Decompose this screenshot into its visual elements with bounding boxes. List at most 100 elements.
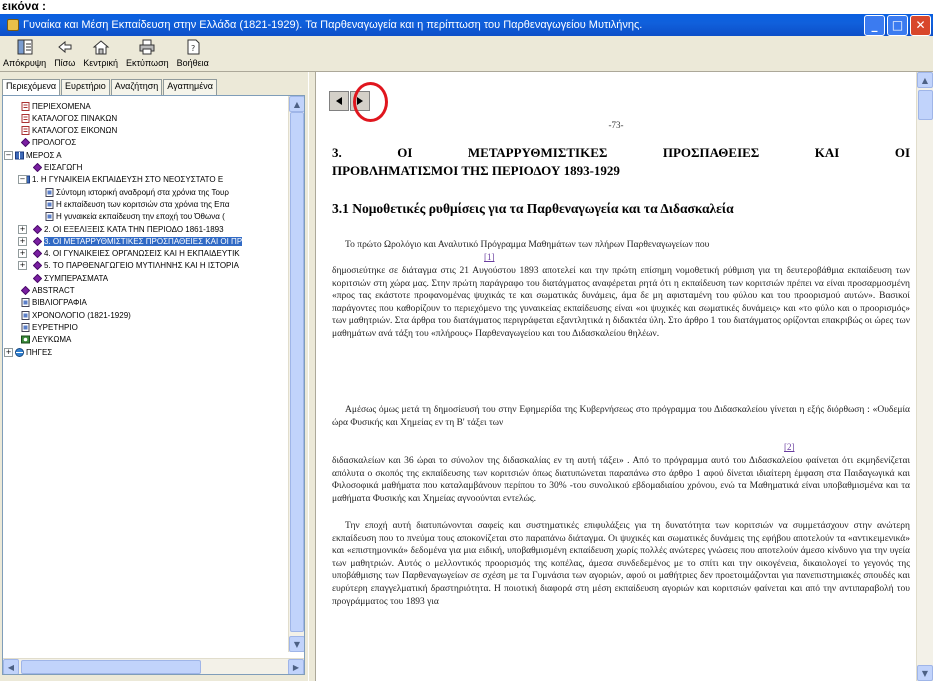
tree-vertical-scrollbar[interactable]: ▲ ▼	[288, 96, 304, 652]
tree-node[interactable]: ΕΥΡΕΤΗΡΙΟ	[21, 321, 78, 333]
doc-icon	[21, 298, 30, 308]
doc-icon	[45, 187, 54, 197]
tree-expander-icon[interactable]: +	[4, 347, 13, 357]
content-vscroll-thumb[interactable]	[918, 90, 933, 120]
album-icon	[21, 335, 30, 344]
help-button[interactable]: ? Βοήθεια	[177, 38, 209, 71]
tree-node-label: Η εκπαίδευση των κοριτσιών στα χρόνια τη…	[56, 199, 230, 209]
tree-node-label: ΚΑΤΑΛΟΓΟΣ ΕΙΚΟΝΩΝ	[32, 126, 118, 136]
home-button[interactable]: Κεντρική	[83, 38, 118, 71]
tree-node-label: ΕΥΡΕΤΗΡΙΟ	[32, 322, 78, 332]
tree-node[interactable]: ΠΡΟΛΟΓΟΣ	[20, 137, 77, 149]
tab-favorites[interactable]: Αγαπημένα	[163, 79, 217, 95]
back-button[interactable]: Πίσω	[54, 38, 75, 71]
tree-node[interactable]: ΣΥΜΠΕΡΑΣΜΑΤΑ	[32, 272, 108, 284]
home-icon	[92, 38, 110, 56]
tree-node-label: ΠΕΡΙΕΧΟΜΕΝΑ	[32, 101, 91, 111]
tree-node-label: ΠΡΟΛΟΓΟΣ	[32, 138, 77, 148]
tree-expander-icon[interactable]: +	[18, 249, 27, 259]
paragraph-3: Την εποχή αυτή διατυπώνονται σαφείς και …	[332, 521, 910, 607]
tree-node[interactable]: ΧΡΟΝΟΛΟΓΙΟ (1821-1929)	[21, 309, 131, 321]
content-pane: -73- 3. ΟΙ ΜΕΤΑΡΡΥΘΜΙΣΤΙΚΕΣ ΠΡΟΣΠΑΘΕΙΕΣ …	[316, 72, 916, 681]
tree-node[interactable]: Σύντομη ιστορική αναδρομή στα χρόνια της…	[45, 186, 229, 198]
content-vertical-scrollbar[interactable]: ▲ ▼	[916, 72, 933, 681]
tree-node-label: 1. Η ΓΥΝΑΙΚΕΙΑ ΕΚΠΑΙΔΕΥΣΗ ΣΤΟ ΝΕΟΣΥΣΤΑΤΟ…	[32, 175, 224, 185]
tree-node[interactable]: 3. ΟΙ ΜΕΤΑΡΡΥΘΜΙΣΤΙΚΕΣ ΠΡΟΣΠΑΘΕΙΕΣ ΚΑΙ Ο…	[32, 235, 243, 247]
tree-node[interactable]: ΜΕΡΟΣ Α	[15, 149, 62, 161]
heading-word: ΟΙ	[397, 145, 413, 160]
tree-node[interactable]: ΠΗΓΕΣ	[15, 346, 52, 358]
doc-icon	[45, 212, 54, 222]
toolbar: Απόκρυψη Πίσω Κεντρική Εκτύπωση ? Βοήθει…	[0, 36, 933, 72]
tree-hscroll-thumb[interactable]	[21, 660, 201, 674]
tree-node[interactable]: Η εκπαίδευση των κοριτσιών στα χρόνια τη…	[45, 198, 230, 210]
tree-expander-icon[interactable]: +	[18, 224, 27, 234]
nav-tabs: Περιεχόμενα Ευρετήριο Αναζήτηση Αγαπημέν…	[2, 79, 218, 96]
tree-node-label: ΒΙΒΛΙΟΓΡΑΦΙΑ	[32, 298, 87, 308]
pane-splitter[interactable]	[308, 72, 316, 681]
tree-node[interactable]: ΚΑΤΑΛΟΓΟΣ ΠΙΝΑΚΩΝ	[21, 112, 117, 124]
tree-node[interactable]: 2. ΟΙ ΕΞΕΛΙΞΕΙΣ ΚΑΤΑ ΤΗΝ ΠΕΡΙΟΔΟ 1861-18…	[32, 223, 224, 235]
tree-node-label: ABSTRACT	[32, 286, 75, 295]
tree-horizontal-scrollbar[interactable]: ◀ ▶	[3, 658, 304, 674]
print-button[interactable]: Εκτύπωση	[126, 38, 169, 71]
tree-node-label: ΕΙΣΑΓΩΓΗ	[44, 163, 83, 172]
tree-node-label: 2. ΟΙ ΕΞΕΛΙΞΕΙΣ ΚΑΤΑ ΤΗΝ ΠΕΡΙΟΔΟ 1861-18…	[44, 224, 224, 234]
tree-node[interactable]: ΒΙΒΛΙΟΓΡΑΦΙΑ	[21, 297, 87, 309]
tree-node-label: Σύντομη ιστορική αναδρομή στα χρόνια της…	[56, 187, 229, 197]
tree-node[interactable]: ΛΕΥΚΩΜΑ	[21, 334, 71, 346]
tab-search[interactable]: Αναζήτηση	[110, 79, 163, 95]
paragraph-1: δημοσιεύτηκε σε διάταγμα στις 21 Αυγούστ…	[332, 266, 910, 339]
diamond-icon	[20, 138, 31, 148]
tab-contents[interactable]: Περιεχόμενα	[2, 79, 61, 96]
hide-button[interactable]: Απόκρυψη	[3, 38, 46, 71]
page-number: -73-	[608, 120, 624, 130]
help-icon: ?	[186, 38, 200, 56]
maximize-button[interactable]: □	[887, 14, 908, 36]
scroll-up-icon[interactable]: ▲	[289, 96, 304, 112]
tree-node-label: 5. ΤΟ ΠΑΡΘΕΝΑΓΩΓΕΙΟ ΜΥΤΙΛΗΝΗΣ ΚΑΙ Η ΙΣΤΟ…	[44, 261, 239, 271]
paragraph-2-start: Αμέσως όμως μετά τη δημοσίευσή του στην …	[332, 405, 910, 428]
diamond-icon	[32, 261, 43, 271]
scroll-right-icon[interactable]: ▶	[288, 659, 304, 674]
footnote-link-1[interactable]: [1]	[484, 252, 495, 262]
tree-expander-icon[interactable]: −	[18, 175, 27, 185]
heading-word: ΜΕΤΑΡΡΥΘΜΙΣΤΙΚΕΣ	[467, 145, 608, 160]
hide-button-label: Απόκρυψη	[3, 58, 47, 68]
tree-node-label: ΠΗΓΕΣ	[26, 347, 53, 357]
tree-node-label: ΧΡΟΝΟΛΟΓΙΟ (1821-1929)	[32, 310, 131, 320]
tree-node[interactable]: ΚΑΤΑΛΟΓΟΣ ΕΙΚΟΝΩΝ	[21, 125, 117, 137]
tree-node[interactable]: ΠΕΡΙΕΧΟΜΕΝΑ	[21, 100, 91, 112]
globe-book-icon	[15, 347, 24, 357]
tree-expander-icon[interactable]: +	[18, 236, 27, 246]
scroll-left-icon[interactable]: ◀	[3, 659, 19, 674]
svg-text:?: ?	[191, 44, 195, 53]
footnote-link-2[interactable]: [2]	[784, 442, 795, 452]
tree-node[interactable]: 1. Η ΓΥΝΑΙΚΕΙΑ ΕΚΠΑΙΔΕΥΣΗ ΣΤΟ ΝΕΟΣΥΣΤΑΤΟ…	[21, 174, 223, 186]
tree-node[interactable]: 5. ΤΟ ΠΑΡΘΕΝΑΓΩΓΕΙΟ ΜΥΤΙΛΗΝΗΣ ΚΑΙ Η ΙΣΤΟ…	[32, 260, 239, 272]
tree-node[interactable]: 4. ΟΙ ΓΥΝΑΙΚΕΙΕΣ ΟΡΓΑΝΩΣΕΙΣ ΚΑΙ Η ΕΚΠΑΙΔ…	[32, 248, 240, 260]
tree-node[interactable]: Η γυναικεία εκπαίδευση την εποχή του Όθω…	[45, 211, 225, 223]
window-titlebar[interactable]: Γυναίκα και Μέση Εκπαίδευση στην Ελλάδα …	[0, 14, 933, 36]
tree-node-label: ΛΕΥΚΩΜΑ	[32, 335, 72, 345]
highlight-circle	[353, 82, 388, 122]
chapter-heading-line2: ΠΡΟΒΛΗΜΑΤΙΣΜΟΙ ΤΗΣ ΠΕΡΙΟΔΟΥ 1893-1929	[332, 163, 620, 178]
tree-node[interactable]: ΕΙΣΑΓΩΓΗ	[32, 162, 83, 174]
home-button-label: Κεντρική	[83, 58, 118, 68]
content-scroll-down-icon[interactable]: ▼	[917, 665, 933, 681]
diamond-icon	[32, 236, 43, 247]
tree-vscroll-thumb[interactable]	[290, 112, 304, 632]
prev-page-button[interactable]	[329, 91, 349, 111]
caption-label: εικόνα :	[0, 0, 933, 14]
help-button-label: Βοήθεια	[176, 58, 209, 68]
close-button[interactable]: ✕	[910, 14, 931, 36]
scroll-down-icon[interactable]: ▼	[289, 636, 304, 652]
contents-tree-box: ΠΕΡΙΕΧΟΜΕΝΑ ΚΑΤΑΛΟΓΟΣ ΠΙΝΑΚΩΝ ΚΑΤΑΛΟΓΟΣ ΕΙ…	[2, 95, 305, 675]
tree-expander-icon[interactable]: +	[18, 261, 27, 271]
content-scroll-up-icon[interactable]: ▲	[917, 72, 933, 88]
tree-node[interactable]: ABSTRACT	[20, 285, 75, 297]
tab-index[interactable]: Ευρετήριο	[61, 79, 110, 95]
section-heading: 3.1 Νομοθετικές ρυθμίσεις για τα Παρθενα…	[332, 201, 734, 216]
minimize-button[interactable]: _	[864, 14, 885, 36]
tree-expander-icon[interactable]: −	[4, 150, 13, 160]
